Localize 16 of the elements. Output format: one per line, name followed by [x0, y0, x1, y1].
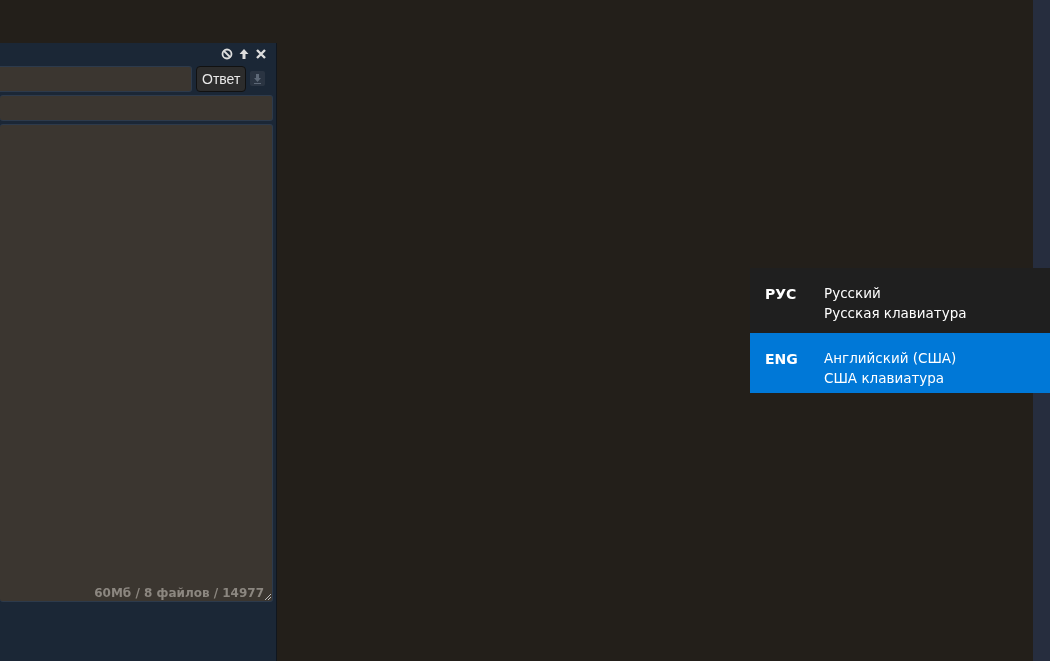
submit-button[interactable]: Ответ — [196, 65, 247, 92]
resize-grip-icon[interactable] — [265, 594, 271, 600]
arrow-down-icon[interactable] — [250, 71, 266, 86]
block-icon[interactable] — [221, 48, 233, 60]
language-item[interactable]: ENG Английский (США) США клавиатура — [750, 333, 1050, 393]
close-icon[interactable] — [255, 48, 267, 60]
language-name: Английский (США) — [824, 349, 957, 368]
language-code: ENG — [764, 351, 799, 369]
keyboard-layout: США клавиатура — [824, 369, 946, 388]
arrow-up-icon[interactable] — [238, 48, 250, 60]
input-field[interactable] — [0, 65, 192, 92]
keyboard-layout: Русская клавиатура — [824, 304, 967, 323]
textarea-status: 60Мб / 8 файлов / 14977 — [94, 586, 264, 600]
subject-field[interactable] — [0, 95, 273, 121]
language-name: Русский — [824, 284, 882, 303]
language-code: РУС — [764, 286, 798, 304]
